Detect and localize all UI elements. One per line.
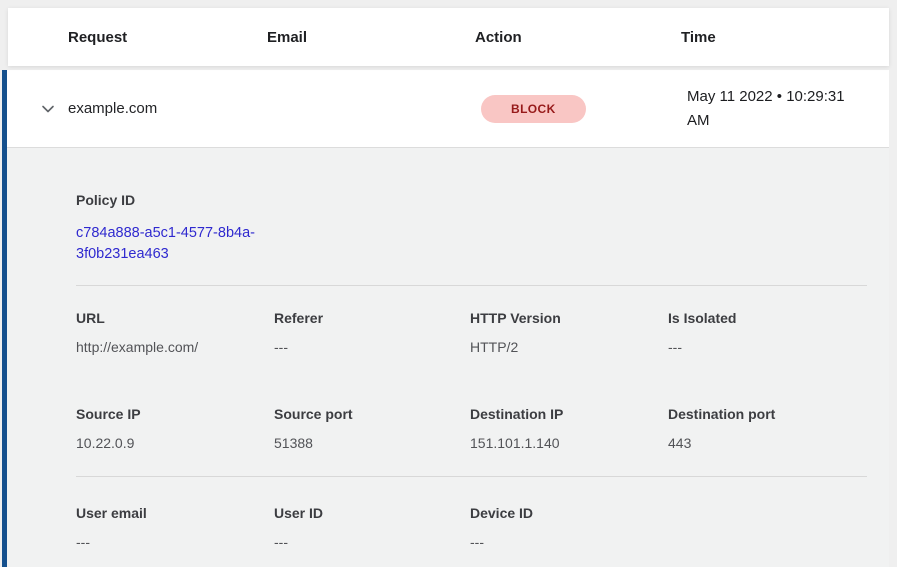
column-header-email: Email xyxy=(267,29,475,46)
table-row[interactable]: example.com BLOCK May 11 2022 • 10:29:31… xyxy=(7,70,889,148)
field-http-version: HTTP Version HTTP/2 xyxy=(470,310,668,356)
section-divider xyxy=(76,285,867,286)
field-label: User email xyxy=(76,505,274,522)
details-fields-row-3: User email --- User ID --- Device ID --- xyxy=(76,505,867,551)
collapse-row-button[interactable] xyxy=(40,101,68,117)
field-destination-port: Destination port 443 xyxy=(668,406,867,452)
request-log-table: Request Email Action Time example.com BL… xyxy=(2,8,889,567)
field-value: HTTP/2 xyxy=(470,339,668,356)
chevron-down-icon xyxy=(40,101,56,117)
field-label: Destination IP xyxy=(470,406,668,423)
field-is-isolated: Is Isolated --- xyxy=(668,310,867,356)
policy-id-label: Policy ID xyxy=(76,192,867,209)
field-user-email: User email --- xyxy=(76,505,274,551)
field-label: Referer xyxy=(274,310,470,327)
details-fields-row-2: Source IP 10.22.0.9 Source port 51388 De… xyxy=(76,406,867,452)
field-value: 443 xyxy=(668,435,867,452)
policy-id-field: Policy ID c784a888-a5c1-4577-8b4a-3f0b23… xyxy=(76,192,867,265)
field-value: --- xyxy=(76,534,274,551)
field-label: Source IP xyxy=(76,406,274,423)
field-source-ip: Source IP 10.22.0.9 xyxy=(76,406,274,452)
field-value: http://example.com/ xyxy=(76,339,274,356)
field-value: 51388 xyxy=(274,435,470,452)
section-divider xyxy=(76,476,867,477)
field-value: --- xyxy=(470,534,867,551)
field-url: URL http://example.com/ xyxy=(76,310,274,356)
policy-id-link[interactable]: c784a888-a5c1-4577-8b4a-3f0b231ea463 xyxy=(76,223,281,265)
field-value: --- xyxy=(668,339,867,356)
field-label: URL xyxy=(76,310,274,327)
field-value: --- xyxy=(274,339,470,356)
cell-action: BLOCK xyxy=(481,95,687,123)
field-device-id: Device ID --- xyxy=(470,505,867,551)
field-label: HTTP Version xyxy=(470,310,668,327)
cell-request: example.com xyxy=(68,100,273,117)
details-fields-row-1: URL http://example.com/ Referer --- HTTP… xyxy=(76,310,867,356)
log-row-group: example.com BLOCK May 11 2022 • 10:29:31… xyxy=(2,70,889,567)
column-header-request: Request xyxy=(68,29,267,46)
field-referer: Referer --- xyxy=(274,310,470,356)
field-value: 10.22.0.9 xyxy=(76,435,274,452)
field-label: Source port xyxy=(274,406,470,423)
column-header-action: Action xyxy=(475,29,681,46)
column-header-time: Time xyxy=(681,29,889,46)
table-header: Request Email Action Time xyxy=(8,8,889,66)
field-value: --- xyxy=(274,534,470,551)
field-source-port: Source port 51388 xyxy=(274,406,470,452)
field-label: Is Isolated xyxy=(668,310,867,327)
cell-time: May 11 2022 • 10:29:31 AM xyxy=(687,85,889,133)
field-label: User ID xyxy=(274,505,470,522)
field-user-id: User ID --- xyxy=(274,505,470,551)
status-badge-block: BLOCK xyxy=(481,95,586,123)
field-value: 151.101.1.140 xyxy=(470,435,668,452)
field-label: Destination port xyxy=(668,406,867,423)
row-details-panel: Policy ID c784a888-a5c1-4577-8b4a-3f0b23… xyxy=(7,148,889,567)
field-destination-ip: Destination IP 151.101.1.140 xyxy=(470,406,668,452)
field-label: Device ID xyxy=(470,505,867,522)
